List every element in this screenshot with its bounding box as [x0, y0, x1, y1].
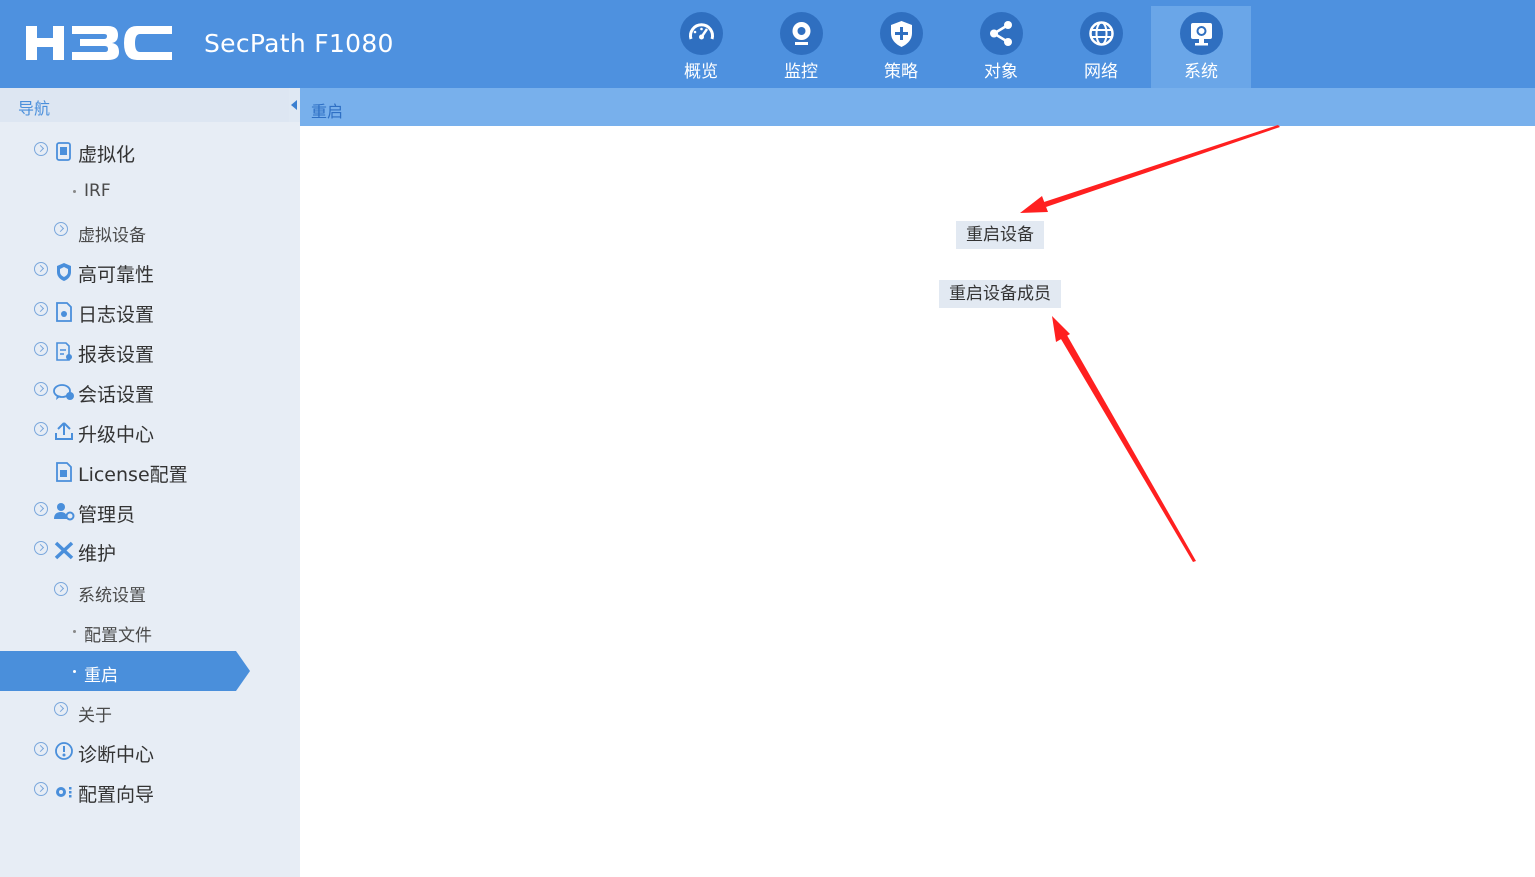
wizard-gear-icon: [56, 787, 72, 798]
nav-header: 导航: [0, 88, 290, 122]
session-icon: [53, 384, 74, 400]
top-header: SecPath F1080 概览 监控 策略 对象 网络 系统: [0, 0, 1535, 88]
tab-label: 系统: [1184, 62, 1218, 82]
h3c-logo: [26, 26, 172, 60]
sidebar-item-config-file[interactable]: 配置文件: [0, 611, 300, 651]
reboot-device-button[interactable]: 重启设备: [956, 221, 1044, 249]
arrow-to-reboot-device: [1020, 125, 1280, 213]
expand-icon[interactable]: [34, 302, 48, 316]
tools-icon: [54, 541, 74, 560]
sidebar-item-upgrade-center[interactable]: 升级中心: [0, 412, 300, 452]
sidebar-item-label: License配置: [78, 464, 188, 486]
sidebar-item-label: 诊断中心: [78, 744, 155, 766]
arrow-to-reboot-member: [1052, 316, 1196, 562]
sidebar-item-config-wizard[interactable]: 配置向导: [0, 772, 300, 812]
license-icon: [56, 462, 72, 482]
globe-icon: [1080, 12, 1123, 55]
sidebar-item-label: 虚拟化: [78, 144, 136, 166]
sidebar-item-label: 日志设置: [78, 304, 155, 326]
log-file-icon: [56, 302, 72, 322]
tab-label: 监控: [784, 62, 818, 82]
monitor-gear-icon: [1180, 12, 1223, 55]
speedometer-icon: [680, 12, 723, 55]
breadcrumb: 重启: [300, 88, 1535, 126]
expand-icon[interactable]: [34, 742, 48, 756]
webcam-icon: [780, 12, 823, 55]
sidebar-item-label: 虚拟设备: [78, 226, 146, 246]
sidebar-item-virtualization[interactable]: 虚拟化: [0, 132, 300, 172]
sidebar-item-high-availability[interactable]: 高可靠性: [0, 252, 300, 292]
shield-icon: [57, 263, 71, 281]
sidebar-item-about[interactable]: 关于: [0, 691, 300, 731]
admin-user-icon: [54, 503, 75, 521]
sidebar-item-label: 重启: [84, 666, 118, 686]
expand-icon[interactable]: [54, 222, 68, 236]
sidebar-item-reboot[interactable]: 重启: [0, 651, 250, 691]
bullet-dot: [73, 670, 76, 673]
sidebar-item-log-settings[interactable]: 日志设置: [0, 292, 300, 332]
tab-network[interactable]: 网络: [1051, 6, 1151, 88]
sidebar-item-maintenance[interactable]: 维护: [0, 531, 300, 571]
sidebar-item-label: 升级中心: [78, 424, 155, 446]
expand-icon[interactable]: [34, 782, 48, 796]
upload-icon: [55, 422, 73, 440]
collapse-sidebar-button[interactable]: [289, 88, 300, 122]
breadcrumb-current: 重启: [311, 102, 344, 121]
expand-icon[interactable]: [34, 142, 48, 156]
sidebar-item-label: 管理员: [78, 504, 136, 526]
tab-system[interactable]: 系统: [1151, 6, 1251, 88]
expand-icon[interactable]: [34, 382, 48, 396]
sidebar-item-label: 关于: [78, 706, 112, 726]
sidebar-item-label: 高可靠性: [78, 264, 155, 286]
expand-icon[interactable]: [54, 702, 68, 716]
expand-icon[interactable]: [34, 342, 48, 356]
bullet-dot: [73, 190, 76, 193]
share-icon: [980, 12, 1023, 55]
sidebar-item-virtual-device[interactable]: 虚拟设备: [0, 211, 300, 251]
nav-title: 导航: [18, 99, 51, 118]
sidebar-item-diagnosis-center[interactable]: 诊断中心: [0, 732, 300, 772]
sidebar-item-license-config[interactable]: License配置: [0, 452, 300, 492]
sidebar-item-irf[interactable]: IRF: [0, 171, 300, 211]
shield-plus-icon: [880, 12, 923, 55]
tab-overview[interactable]: 概览: [651, 6, 751, 88]
sidebar-item-administrator[interactable]: 管理员: [0, 492, 300, 532]
expand-icon[interactable]: [34, 541, 48, 555]
tab-label: 对象: [984, 62, 1018, 82]
expand-icon[interactable]: [34, 262, 48, 276]
sidebar-item-system-settings[interactable]: 系统设置: [0, 571, 300, 611]
expand-icon[interactable]: [34, 422, 48, 436]
bullet-dot: [73, 630, 76, 633]
sidebar-item-report-settings[interactable]: 报表设置: [0, 332, 300, 372]
sidebar-item-label: 报表设置: [78, 344, 155, 366]
expand-icon[interactable]: [34, 502, 48, 516]
sidebar-item-label: 维护: [78, 543, 117, 565]
report-icon: [56, 342, 72, 361]
tab-label: 策略: [884, 62, 918, 82]
sidebar-item-label: 配置文件: [84, 626, 152, 646]
product-name: SecPath F1080: [204, 29, 394, 58]
tab-monitor[interactable]: 监控: [751, 6, 851, 88]
virtualization-icon: [56, 142, 71, 161]
reboot-member-button[interactable]: 重启设备成员: [939, 280, 1061, 308]
tab-label: 概览: [684, 62, 718, 82]
sidebar-item-label: 会话设置: [78, 384, 155, 406]
sidebar-item-label: IRF: [84, 181, 111, 201]
sidebar-item-label: 配置向导: [78, 784, 155, 806]
sidebar-item-label: 系统设置: [78, 586, 146, 606]
sidebar-item-session-settings[interactable]: 会话设置: [0, 372, 300, 412]
tab-label: 网络: [1084, 62, 1118, 82]
tab-policy[interactable]: 策略: [851, 6, 951, 88]
tab-object[interactable]: 对象: [951, 6, 1051, 88]
diagnosis-icon: [55, 742, 73, 760]
expand-icon[interactable]: [54, 582, 68, 596]
